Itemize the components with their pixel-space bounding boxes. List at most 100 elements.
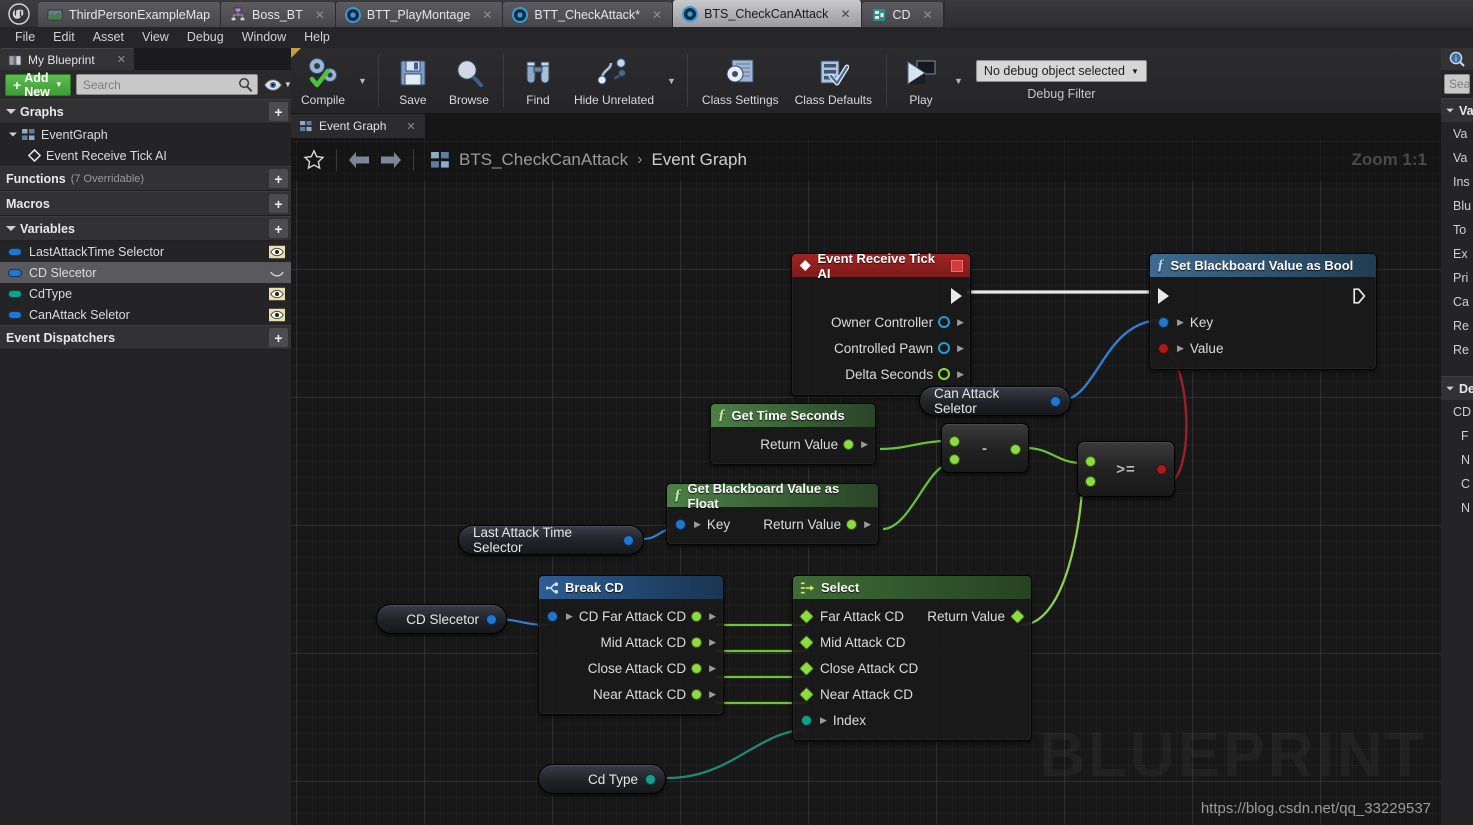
pin-row-near-attack-cd[interactable]: Near Attack CD — [793, 681, 1031, 707]
output-pin[interactable] — [938, 342, 951, 354]
compile-options-chevron-down-icon[interactable]: ▼ — [353, 48, 372, 113]
varnode-last-attack-time-selector[interactable]: Last Attack Time Selector — [458, 525, 644, 555]
tree-item-eventgraph[interactable]: EventGraph — [0, 124, 291, 145]
output-pin[interactable] — [691, 636, 703, 648]
pin-row-close-attack-cd[interactable]: Close Attack CD ▶ — [539, 655, 723, 681]
menu-window[interactable]: Window — [233, 27, 295, 48]
details-section-variable[interactable]: Va — [1441, 98, 1473, 122]
variable-visibility-toggle[interactable] — [269, 308, 285, 322]
details-row[interactable]: Re — [1441, 338, 1473, 362]
node-event-receive-tick-ai[interactable]: Event Receive Tick AI Owner Controller ▶… — [791, 251, 971, 396]
bookmark-star-icon[interactable] — [299, 145, 329, 175]
node-set-blackboard-value-as-bool[interactable]: ƒ Set Blackboard Value as Bool ▶ Key ▶ V… — [1149, 253, 1377, 370]
variable-visibility-toggle[interactable] — [269, 266, 285, 280]
play-button[interactable]: Play — [893, 48, 949, 113]
output-pin[interactable] — [1010, 444, 1021, 455]
search-input[interactable] — [82, 77, 238, 92]
output-pin[interactable] — [691, 610, 703, 622]
variable-row-cd-slecetor[interactable]: CD Slecetor — [0, 262, 291, 283]
pin-row-far-return[interactable]: Far Attack CD Return Value — [793, 603, 1031, 629]
window-tab-1[interactable]: Boss_BT ✕ — [221, 2, 336, 27]
output-pin[interactable] — [623, 534, 634, 546]
output-pin[interactable] — [1156, 464, 1167, 475]
node-break-cd[interactable]: Break CD ▶ CD Far Attack CD ▶ Mid Attack… — [538, 575, 724, 715]
section-macros[interactable]: Macros + — [0, 191, 291, 216]
output-pin[interactable] — [938, 316, 951, 328]
output-pin[interactable] — [486, 613, 497, 625]
tab-event-graph[interactable]: Event Graph ✕ — [291, 114, 425, 138]
pin-row-mid-attack-cd[interactable]: Mid Attack CD — [793, 629, 1031, 655]
menu-view[interactable]: View — [133, 27, 178, 48]
navigate-back-button[interactable] — [344, 145, 374, 175]
compile-button[interactable]: Compile — [293, 48, 353, 113]
output-pin[interactable] — [1009, 608, 1026, 624]
details-row[interactable]: N — [1441, 448, 1473, 472]
section-variables[interactable]: Variables + — [0, 216, 291, 241]
output-pin[interactable] — [645, 773, 656, 785]
add-new-button[interactable]: + Add New ▼ — [5, 71, 71, 99]
window-tab-3[interactable]: BTT_CheckAttack* ✕ — [503, 2, 674, 27]
node-get-blackboard-value-as-float[interactable]: ƒ Get Blackboard Value as Float ▶ Key Re… — [666, 481, 879, 545]
navigate-forward-button[interactable] — [376, 145, 406, 175]
window-tab-close-icon[interactable]: ✕ — [923, 8, 933, 22]
pin-row-close-attack-cd[interactable]: Close Attack CD — [793, 655, 1031, 681]
details-row[interactable]: Blu — [1441, 194, 1473, 218]
section-functions[interactable]: Functions (7 Overridable) + — [0, 166, 291, 191]
pin-row-near-attack-cd[interactable]: Near Attack CD ▶ — [539, 681, 723, 707]
graph-canvas[interactable]: Event Receive Tick AI Owner Controller ▶… — [291, 138, 1441, 825]
node-breakpoint-box[interactable] — [951, 259, 963, 272]
save-button[interactable]: Save — [385, 48, 441, 113]
details-row[interactable]: To — [1441, 218, 1473, 242]
add-macro-button[interactable]: + — [269, 194, 288, 213]
menu-asset[interactable]: Asset — [84, 27, 133, 48]
class-defaults-button[interactable]: Class Defaults — [787, 48, 880, 113]
debug-object-dropdown[interactable]: No debug object selected ▼ — [975, 60, 1147, 82]
varnode-cd-type[interactable]: Cd Type — [538, 764, 666, 794]
variable-row-canattack-seletor[interactable]: CanAttack Seletor — [0, 304, 291, 325]
details-search-input[interactable]: Sea — [1444, 74, 1470, 94]
input-pin[interactable] — [798, 634, 815, 650]
pin-row-exec-out[interactable] — [792, 283, 970, 309]
variable-visibility-toggle[interactable] — [269, 287, 285, 301]
window-tab-4[interactable]: BTS_CheckCanAttack ✕ — [673, 0, 862, 27]
exec-out-pin[interactable] — [951, 288, 962, 304]
pin-row-delta-seconds[interactable]: Delta Seconds ▶ — [792, 361, 970, 387]
find-button[interactable]: Find — [510, 48, 566, 113]
tab-close-icon[interactable]: ✕ — [117, 53, 126, 66]
breadcrumb-root[interactable]: BTS_CheckCanAttack — [459, 150, 628, 170]
variable-row-cdtype[interactable]: CdType — [0, 283, 291, 304]
menu-help[interactable]: Help — [295, 27, 339, 48]
window-tab-0[interactable]: ThirdPersonExampleMap — [38, 2, 222, 27]
add-variable-button[interactable]: + — [269, 219, 288, 238]
details-row[interactable]: Re — [1441, 314, 1473, 338]
pin-row-controlled-pawn[interactable]: Controlled Pawn ▶ — [792, 335, 970, 361]
output-pin[interactable] — [1050, 395, 1061, 407]
pin-row-key[interactable]: ▶ Key — [1150, 309, 1376, 335]
pin-row-index[interactable]: ▶ Index — [793, 707, 1031, 733]
details-row[interactable]: Ex — [1441, 242, 1473, 266]
hide-unrelated-button[interactable]: Hide Unrelated — [566, 48, 662, 113]
pin-row-key-return[interactable]: ▶ Key Return Value ▶ — [667, 511, 878, 537]
varnode-cd-slecetor[interactable]: CD Slecetor — [376, 604, 507, 634]
output-pin[interactable] — [691, 662, 703, 674]
details-row[interactable]: N — [1441, 496, 1473, 520]
node-subtract[interactable]: - — [941, 423, 1029, 473]
pin-row-owner-controller[interactable]: Owner Controller ▶ — [792, 309, 970, 335]
menu-debug[interactable]: Debug — [178, 27, 233, 48]
add-function-button[interactable]: + — [269, 169, 288, 188]
section-event-dispatchers[interactable]: Event Dispatchers + — [0, 325, 291, 350]
details-row[interactable]: Pri — [1441, 266, 1473, 290]
pin-row-exec[interactable] — [1150, 283, 1376, 309]
node-greater-equal[interactable]: >= — [1077, 441, 1175, 497]
pin-row-cd-far[interactable]: ▶ CD Far Attack CD ▶ — [539, 603, 723, 629]
window-tab-2[interactable]: BTT_PlayMontage ✕ — [335, 2, 504, 27]
input-pin[interactable] — [798, 608, 815, 624]
tab-my-blueprint[interactable]: My Blueprint ✕ — [0, 48, 134, 70]
tab-details[interactable]: i — [1441, 48, 1473, 70]
varnode-can-attack-seletor[interactable]: Can Attack Seletor — [919, 386, 1071, 416]
input-pin[interactable] — [1158, 342, 1169, 354]
output-pin[interactable] — [843, 438, 855, 450]
add-graph-button[interactable]: + — [269, 102, 288, 121]
node-get-time-seconds[interactable]: ƒ Get Time Seconds Return Value ▶ — [710, 403, 876, 465]
input-pin[interactable] — [675, 518, 686, 530]
